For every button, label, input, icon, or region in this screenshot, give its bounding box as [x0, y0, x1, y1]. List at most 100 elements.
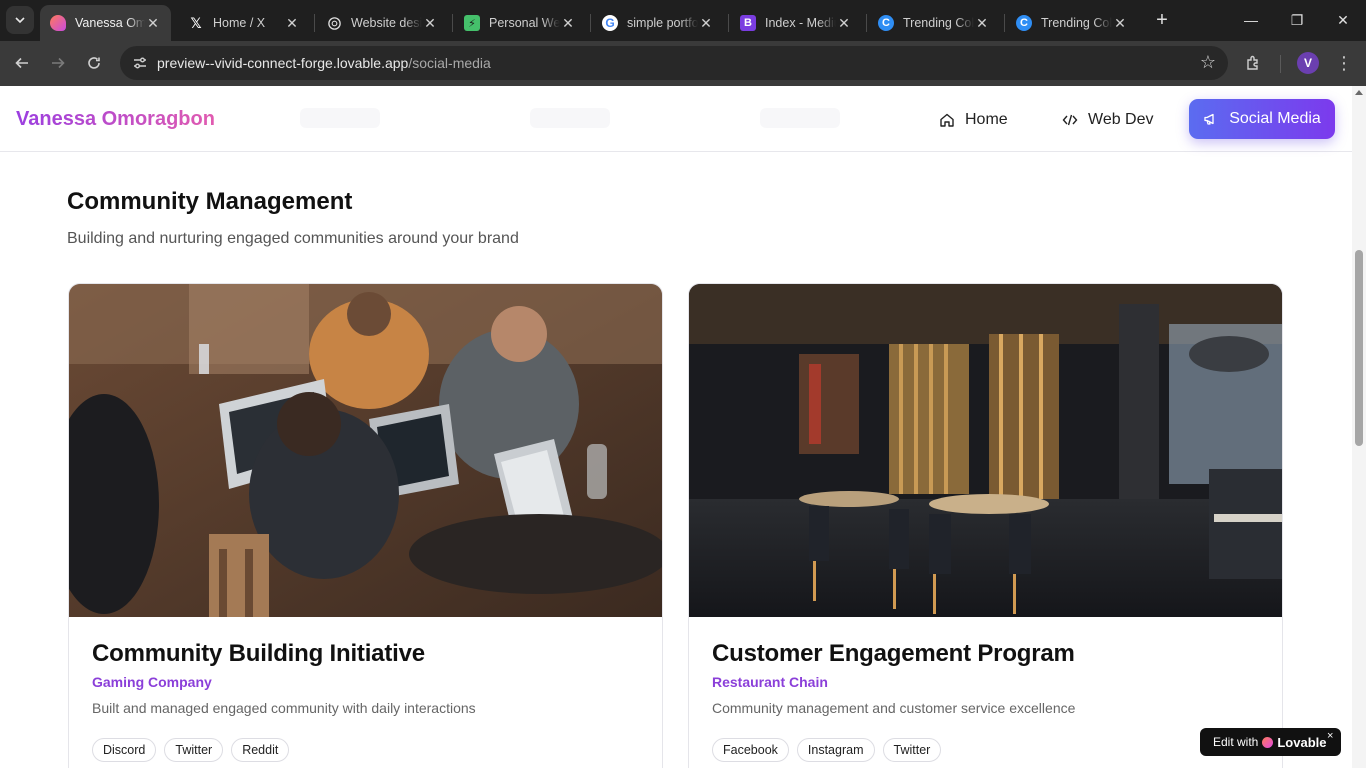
project-tags: Discord Twitter Reddit	[92, 738, 290, 762]
faded-nav-placeholder	[530, 108, 610, 128]
project-description: Community management and customer servic…	[712, 700, 1076, 716]
extensions-button[interactable]	[1240, 49, 1268, 77]
url-path: /social-media	[408, 55, 491, 71]
close-tab-icon[interactable]: ✕	[422, 15, 438, 32]
browser-tab[interactable]: B Index - Medium ✕	[730, 5, 862, 41]
project-card[interactable]: Customer Engagement Program Restaurant C…	[688, 283, 1283, 768]
browser-tab[interactable]: G simple portfolio ✕	[592, 5, 724, 41]
badge-brand-text: Lovable	[1277, 734, 1327, 750]
browser-tab-active[interactable]: Vanessa Omoragbon ✕	[40, 5, 171, 41]
project-card[interactable]: Community Building Initiative Gaming Com…	[68, 283, 663, 768]
megaphone-icon	[1204, 113, 1214, 125]
tab-title: Vanessa Omoragbon	[75, 16, 145, 30]
tab-title: Index - Medium	[765, 16, 836, 30]
tag-badge: Discord	[92, 738, 157, 762]
google-icon: G	[602, 15, 618, 31]
nav-web-dev-label: Web Dev	[1088, 111, 1154, 128]
url-text: preview--vivid-connect-forge.lovable.app…	[157, 55, 491, 71]
openai-icon	[326, 15, 342, 31]
url-host: preview--vivid-connect-forge.lovable.app	[157, 55, 409, 71]
tag-badge: Instagram	[796, 738, 875, 762]
bookmark-star-icon[interactable]: ☆	[1200, 52, 1216, 73]
scrollbar-thumb[interactable]	[1355, 250, 1363, 446]
project-tags: Facebook Instagram Twitter	[712, 738, 942, 762]
arrow-right-icon	[52, 57, 65, 69]
nav-social-media[interactable]: Social Media	[1189, 99, 1335, 139]
browser-tab-strip: Vanessa Omoragbon ✕ 𝕏 Home / X ✕ Website…	[0, 0, 1366, 41]
back-button[interactable]	[8, 49, 36, 77]
nav-social-media-label: Social Media	[1229, 110, 1321, 127]
tab-separator	[1004, 14, 1005, 32]
restore-window-button[interactable]: ❐	[1274, 8, 1320, 32]
project-client: Gaming Company	[92, 674, 212, 690]
close-tab-icon[interactable]: ✕	[284, 15, 300, 32]
site-header: Vanessa Omoragbon Home Web Dev Social Me…	[0, 86, 1352, 152]
project-description: Built and managed engaged community with…	[92, 700, 476, 716]
code-icon	[1062, 114, 1078, 126]
home-icon	[940, 113, 954, 127]
tab-search-menu-button[interactable]	[6, 6, 34, 34]
project-title: Community Building Initiative	[92, 640, 425, 667]
project-title: Customer Engagement Program	[712, 640, 1075, 667]
tag-badge: Facebook	[712, 738, 789, 762]
chevron-down-icon	[15, 17, 25, 24]
tab-title: Home / X	[213, 16, 266, 30]
faded-nav-placeholder	[300, 108, 380, 128]
browser-tab[interactable]: 𝕏 Home / X ✕	[178, 5, 310, 41]
close-tab-icon[interactable]: ✕	[974, 15, 990, 32]
close-tab-icon[interactable]: ✕	[145, 15, 161, 32]
project-image-restaurant	[689, 284, 1282, 617]
browser-menu-button[interactable]: ⋮	[1330, 49, 1358, 77]
edit-with-lovable-badge[interactable]: Edit with Lovable	[1200, 728, 1341, 756]
tag-badge: Reddit	[231, 738, 290, 762]
browser-tab[interactable]: ⚡ Personal Website ✕	[454, 5, 586, 41]
tab-title: Personal Website	[489, 16, 560, 30]
page-viewport: Community Management Building and nurtur…	[0, 86, 1352, 768]
puzzle-icon	[1247, 55, 1258, 70]
project-image-team-laptops	[69, 284, 662, 617]
tab-title: Website design	[351, 16, 422, 30]
arrow-left-icon	[15, 57, 28, 69]
browser-tab[interactable]: Website design ✕	[316, 5, 448, 41]
tab-title: simple portfolio	[627, 16, 698, 30]
close-tab-icon[interactable]: ✕	[560, 15, 576, 32]
browser-tab[interactable]: C Trending Colors ✕	[1006, 5, 1138, 41]
tab-separator	[866, 14, 867, 32]
nav-web-dev[interactable]: Web Dev	[1062, 106, 1154, 134]
section-title: Community Management	[67, 188, 353, 215]
toolbar-divider	[1280, 55, 1281, 73]
scroll-up-arrow-icon[interactable]	[1355, 90, 1363, 95]
faded-nav-placeholder	[760, 108, 840, 128]
nav-home[interactable]: Home	[939, 106, 1008, 134]
minimize-window-button[interactable]: —	[1228, 8, 1274, 32]
browser-tab[interactable]: C Trending Colors ✕	[868, 5, 1000, 41]
refresh-c-icon: C	[1016, 15, 1032, 31]
badge-edit-with-text: Edit with	[1213, 735, 1259, 749]
site-settings-icon[interactable]	[132, 55, 148, 71]
refresh-c-icon: C	[878, 15, 894, 31]
section-subtitle: Building and nurturing engaged communiti…	[67, 230, 519, 247]
page-scrollbar[interactable]	[1352, 86, 1366, 768]
close-tab-icon[interactable]: ✕	[1112, 15, 1128, 32]
bootstrap-icon: B	[740, 15, 756, 31]
site-brand-logo[interactable]: Vanessa Omoragbon	[16, 108, 215, 131]
close-window-button[interactable]: ✕	[1320, 8, 1366, 32]
badge-close-icon[interactable]: ×	[1327, 730, 1333, 742]
tab-title: Trending Colors	[1041, 16, 1112, 30]
tab-separator	[728, 14, 729, 32]
forward-button[interactable]	[44, 49, 72, 77]
project-client: Restaurant Chain	[712, 674, 828, 690]
lovable-icon	[50, 15, 66, 31]
green-app-icon: ⚡	[464, 15, 480, 31]
reload-button[interactable]	[80, 49, 108, 77]
close-tab-icon[interactable]: ✕	[698, 15, 714, 32]
nav-home-label: Home	[965, 111, 1008, 128]
tab-separator	[590, 14, 591, 32]
more-vertical-icon: ⋮	[1335, 52, 1353, 73]
close-tab-icon[interactable]: ✕	[836, 15, 852, 32]
x-icon: 𝕏	[190, 14, 202, 31]
profile-avatar[interactable]: V	[1297, 52, 1319, 74]
address-bar[interactable]: preview--vivid-connect-forge.lovable.app…	[120, 46, 1228, 80]
new-tab-button[interactable]: +	[1150, 8, 1174, 32]
tab-separator	[314, 14, 315, 32]
